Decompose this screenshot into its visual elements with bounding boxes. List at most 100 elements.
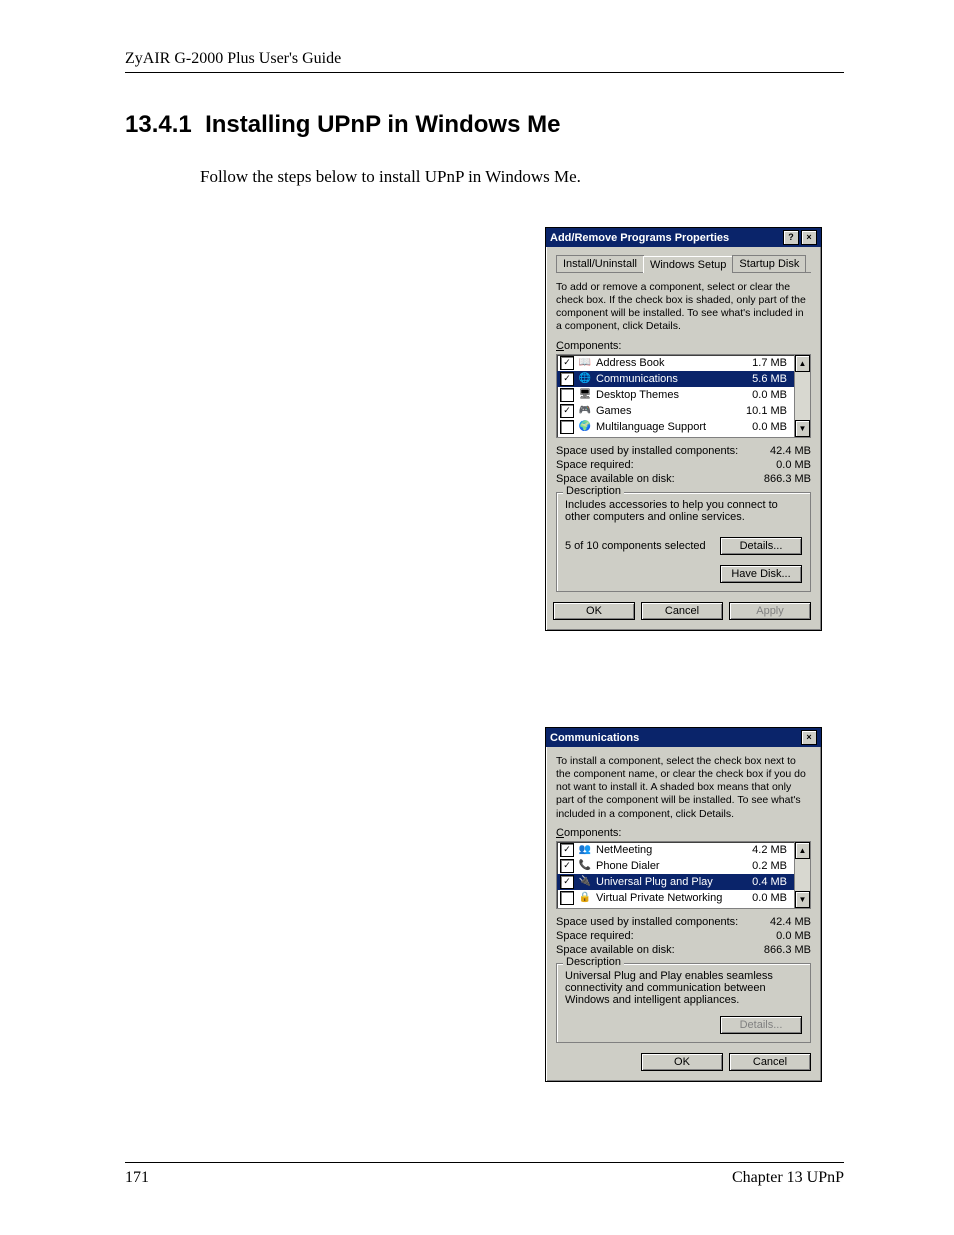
item-name: Multilanguage Support [596, 421, 706, 433]
components-label: Components: [556, 827, 811, 839]
ok-button[interactable]: OK [641, 1053, 723, 1071]
scroll-down-icon[interactable]: ▼ [795, 420, 810, 437]
checkbox[interactable] [560, 891, 574, 905]
checkbox[interactable]: ✓ [560, 404, 574, 418]
cancel-button[interactable]: Cancel [729, 1053, 811, 1071]
item-name: NetMeeting [596, 844, 652, 856]
item-size: 4.2 MB [752, 844, 791, 856]
communications-dialog: Communications × To install a component,… [545, 727, 822, 1082]
item-icon: 👥 [578, 843, 592, 856]
item-icon: 📖 [578, 356, 592, 369]
stat-label: Space required: [556, 930, 634, 942]
components-listbox[interactable]: ✓📖Address Book1.7 MB✓🌐Communications5.6 … [556, 354, 811, 438]
stat-value: 0.0 MB [776, 459, 811, 471]
tab-startup-disk[interactable]: Startup Disk [732, 255, 806, 272]
list-item[interactable]: ✓ 👥 NetMeeting 4.2 MB [557, 842, 794, 858]
item-name: Games [596, 405, 631, 417]
item-name: Phone Dialer [596, 860, 660, 872]
titlebar: Add/Remove Programs Properties ? × [546, 228, 821, 247]
space-stats: Space used by installed components:42.4 … [556, 915, 811, 957]
page-footer: 171 Chapter 13 UPnP [125, 1162, 844, 1187]
stat-value: 866.3 MB [764, 944, 811, 956]
close-icon[interactable]: × [801, 730, 817, 745]
item-icon: 🖥 [578, 388, 592, 401]
tab-install-uninstall[interactable]: Install/Uninstall [556, 255, 644, 272]
scroll-up-icon[interactable]: ▲ [795, 355, 810, 372]
scroll-down-icon[interactable]: ▼ [795, 891, 810, 908]
list-item[interactable]: ✓ 🎮 Games 10.1 MB [557, 403, 794, 419]
close-icon[interactable]: × [801, 230, 817, 245]
checkbox[interactable]: ✓ [560, 859, 574, 873]
chapter-label: Chapter 13 UPnP [732, 1169, 844, 1187]
section-number: 13.4.1 [125, 111, 192, 138]
scrollbar[interactable]: ▲ ▼ [794, 355, 810, 437]
description-label: Description [563, 956, 624, 968]
stat-label: Space available on disk: [556, 473, 675, 485]
list-item[interactable]: ✓ 📞 Phone Dialer 0.2 MB [557, 858, 794, 874]
list-item[interactable]: 🔒Virtual Private Networking0.0 MB [557, 890, 794, 906]
list-item[interactable]: ✓ 📖 Address Book 1.7 MB [557, 355, 794, 371]
components-label: Components: [556, 340, 811, 352]
components-listbox[interactable]: ✓ 👥 NetMeeting 4.2 MB ✓ 📞 Phone Dialer 0.2 MB ✓ 🔌… [556, 841, 811, 909]
stat-label: Space required: [556, 459, 634, 471]
intro-text: Follow the steps below to install UPnP i… [200, 167, 844, 187]
add-remove-programs-dialog: Add/Remove Programs Properties ? × Insta… [545, 227, 822, 631]
instruction-text: To install a component, select the check… [556, 755, 811, 821]
item-icon: 🌍 [578, 420, 592, 433]
tab-windows-setup[interactable]: Windows Setup [643, 256, 733, 273]
stat-label: Space used by installed components: [556, 445, 738, 457]
checkbox[interactable]: ✓ [560, 875, 574, 889]
scroll-up-icon[interactable]: ▲ [795, 842, 810, 859]
item-size: 0.0 MB [752, 892, 791, 904]
checkbox[interactable]: ✓ [560, 843, 574, 857]
page-number: 171 [125, 1169, 149, 1187]
stat-value: 42.4 MB [770, 445, 811, 457]
item-icon: 🎮 [578, 404, 592, 417]
ok-button[interactable]: OK [553, 602, 635, 620]
checkbox[interactable] [560, 420, 574, 434]
item-name: Desktop Themes [596, 389, 679, 401]
titlebar: Communications × [546, 728, 821, 747]
instruction-text: To add or remove a component, select or … [556, 281, 811, 334]
have-disk-button[interactable]: Have Disk... [720, 565, 802, 583]
section-title-text: Installing UPnP in Windows Me [205, 111, 560, 138]
checkbox[interactable]: ✓ [560, 372, 574, 386]
description-group: Description Includes accessories to help… [556, 492, 811, 592]
list-item[interactable]: ✓ 🔌 Universal Plug and Play 0.4 MB [557, 874, 794, 890]
item-size: 0.0 MB [752, 389, 791, 401]
cancel-button[interactable]: Cancel [641, 602, 723, 620]
scrollbar[interactable]: ▲ ▼ [794, 842, 810, 908]
item-size: 0.0 MB [752, 421, 791, 433]
apply-button[interactable]: Apply [729, 602, 811, 620]
item-icon: 🔌 [578, 875, 592, 888]
list-item[interactable]: 🌍 Multilanguage Support 0.0 MB [557, 419, 794, 435]
item-name: Communications [596, 373, 678, 385]
page-header: ZyAIR G-2000 Plus User's Guide [125, 50, 844, 73]
item-icon: 📞 [578, 859, 592, 872]
selected-count: 5 of 10 components selected [565, 540, 706, 552]
item-size: 10.1 MB [746, 405, 791, 417]
item-name: Universal Plug and Play [596, 876, 713, 888]
item-icon: 🌐 [578, 372, 592, 385]
details-button[interactable]: Details... [720, 537, 802, 555]
checkbox[interactable] [560, 388, 574, 402]
item-size: 1.7 MB [752, 357, 791, 369]
item-name: Address Book [596, 357, 664, 369]
description-group: Description Universal Plug and Play enab… [556, 963, 811, 1043]
checkbox[interactable]: ✓ [560, 356, 574, 370]
space-stats: Space used by installed components: 42.4 … [556, 444, 811, 486]
stat-value: 0.0 MB [776, 930, 811, 942]
item-size: 0.2 MB [752, 860, 791, 872]
help-icon[interactable]: ? [783, 230, 799, 245]
item-icon: 🔒 [578, 891, 592, 904]
list-item[interactable]: ✓🌐Communications5.6 MB [557, 371, 794, 387]
dialog-title: Add/Remove Programs Properties [550, 232, 729, 244]
list-item[interactable]: 🖥 Desktop Themes 0.0 MB [557, 387, 794, 403]
tab-strip: Install/Uninstall Windows Setup Startup … [556, 255, 811, 273]
stat-label: Space available on disk: [556, 944, 675, 956]
description-label: Description [563, 485, 624, 497]
stat-value: 866.3 MB [764, 473, 811, 485]
details-button[interactable]: Details... [720, 1016, 802, 1034]
item-size: 0.4 MB [752, 876, 791, 888]
stat-value: 42.4 MB [770, 916, 811, 928]
